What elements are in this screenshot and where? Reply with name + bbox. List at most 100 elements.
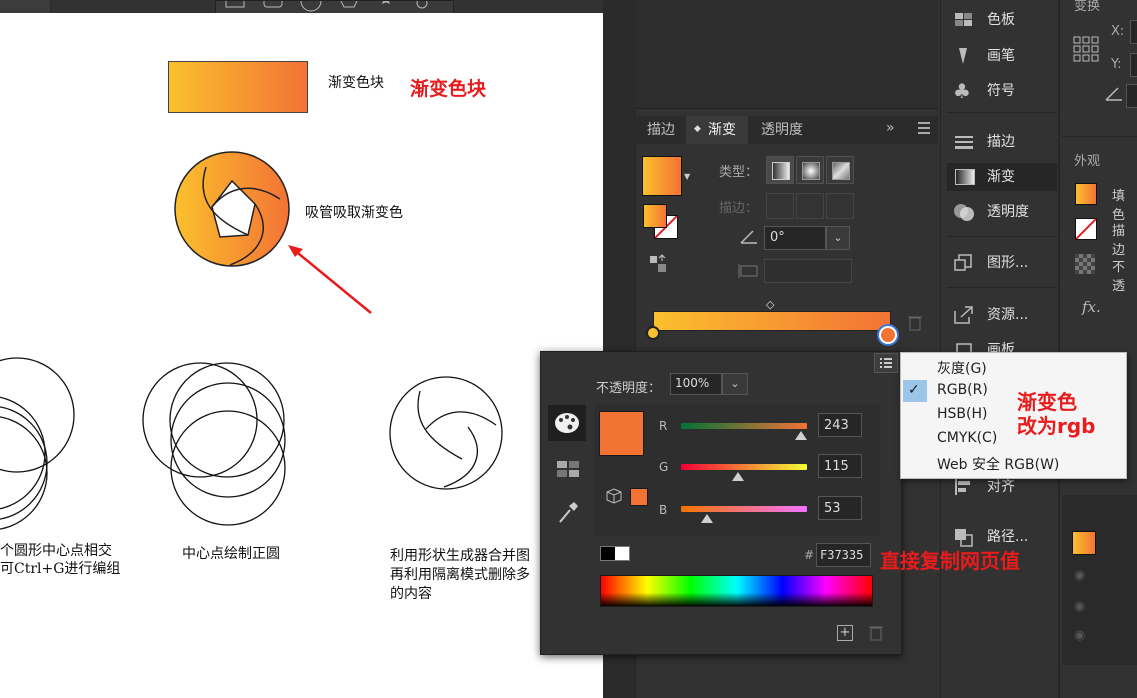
end-color-stop[interactable] (879, 326, 897, 344)
appearance-stroke-swatch[interactable] (1075, 218, 1097, 240)
gradient-swatch-rect[interactable] (168, 61, 308, 113)
swatches-tab-icon[interactable] (556, 459, 580, 479)
fx-icon[interactable]: fx. (1082, 298, 1101, 316)
panel-item-transparency[interactable]: 透明度 (947, 198, 1057, 226)
panel-upper-area (635, 0, 938, 109)
panel-item-label: 画笔 (987, 48, 1015, 64)
panel-item-label: 描边 (987, 134, 1015, 150)
color-palette-tab-icon[interactable] (548, 405, 586, 441)
menu-item-rgb[interactable]: RGB(R) (937, 382, 988, 398)
small-color-chip[interactable] (630, 488, 648, 506)
aspect-ratio-icon (738, 262, 760, 280)
y-label: Y: (1111, 57, 1122, 72)
g-value-input[interactable]: 115 (818, 454, 862, 478)
three-circles-center[interactable] (140, 358, 300, 528)
artboard-canvas[interactable]: 渐变色块 渐变色块 吸管吸取渐变色 个圆形中心点相交 可Ctrl+G进行编组 中… (0, 13, 603, 698)
panel-item-swatches[interactable]: 色板 (947, 6, 1057, 34)
gradient-fill-swatch[interactable] (642, 156, 682, 196)
reverse-gradient-icon[interactable] (648, 254, 668, 274)
panel-menu-icon[interactable] (918, 122, 930, 134)
caption-1-line-1: 个圆形中心点相交 (0, 543, 112, 559)
popup-opacity-input[interactable]: 100% (670, 373, 722, 395)
checkmark-icon: ✓ (908, 382, 920, 398)
start-color-stop[interactable] (646, 326, 660, 340)
r-value-input[interactable]: 243 (818, 413, 862, 437)
g-slider-track[interactable] (681, 464, 807, 470)
panel-item-brushes[interactable]: 画笔 (947, 42, 1057, 70)
gradient-icon (953, 167, 975, 187)
appearance-fill-swatch[interactable] (1075, 183, 1097, 205)
cube-3d-icon (606, 488, 622, 504)
panel-collapse-icon[interactable]: » (886, 120, 895, 136)
gradient-slider-bar[interactable] (653, 311, 891, 331)
panel-item-symbols[interactable]: ♣ 符号 (947, 77, 1057, 105)
menu-item-web-safe-rgb[interactable]: Web 安全 RGB(W) (937, 454, 1059, 474)
merged-shape[interactable] (388, 375, 508, 495)
panel-item-stroke[interactable]: 描边 (947, 128, 1057, 156)
radial-gradient-button[interactable] (796, 156, 824, 184)
angle-dropdown-icon[interactable]: ⌄ (826, 226, 850, 250)
menu-item-grayscale[interactable]: 灰度(G) (937, 358, 987, 378)
black-white-chip[interactable] (600, 546, 630, 561)
x-input[interactable] (1130, 20, 1137, 44)
gradient-logo[interactable] (172, 149, 292, 269)
stroke-lines-icon (953, 132, 975, 152)
menu-item-hsb[interactable]: HSB(H) (937, 406, 987, 422)
three-circles-left[interactable] (0, 353, 80, 543)
freeform-gradient-button[interactable] (826, 156, 854, 184)
g-label: G (659, 460, 669, 474)
swatch-dropdown-icon[interactable]: ▼ (684, 172, 690, 181)
angle-input[interactable]: 0° (764, 226, 826, 250)
panel-item-label: 图形... (987, 255, 1029, 271)
panel-item-label: 色板 (987, 12, 1015, 28)
g-slider-thumb[interactable] (731, 472, 744, 481)
rotate-input[interactable] (1126, 84, 1137, 108)
menu-item-cmyk[interactable]: CMYK(C) (937, 430, 997, 446)
divider (947, 112, 1057, 113)
type-label: 类型： (719, 165, 759, 180)
fill-swatch-front[interactable] (643, 204, 667, 228)
popup-opacity-dropdown[interactable]: ⌄ (722, 373, 748, 395)
color-spectrum-bar[interactable] (600, 575, 873, 607)
b-slider-track[interactable] (681, 506, 807, 512)
y-input[interactable] (1130, 53, 1137, 77)
b-value-input[interactable]: 53 (818, 496, 862, 520)
club-icon: ♣ (953, 79, 971, 103)
midpoint-diamond-icon[interactable]: ◇ (766, 298, 774, 311)
mode-menu-button[interactable] (874, 353, 898, 373)
graphic-styles-icon (953, 253, 975, 273)
swatch-annotation: 渐变色块 (410, 78, 487, 100)
panel-item-gradient[interactable]: 渐变 (947, 163, 1057, 191)
tab-transparency[interactable]: 透明度 (761, 118, 803, 142)
swatch-label: 渐变色块 (328, 75, 384, 91)
layer-thumbnail[interactable] (1072, 531, 1096, 555)
eye-icon[interactable]: ◉ (1074, 599, 1085, 614)
hex-input[interactable]: F37335 (816, 543, 871, 567)
linear-gradient-button[interactable] (766, 156, 794, 184)
b-slider-thumb[interactable] (701, 514, 714, 523)
pathfinder-icon (953, 527, 975, 547)
popup-opacity-value: 100% (675, 376, 710, 390)
reference-point-icon[interactable] (1073, 36, 1099, 62)
align-icon (953, 477, 975, 497)
stroke-option-3 (826, 193, 854, 219)
eye-icon[interactable]: ◉ (1074, 628, 1085, 643)
eye-icon[interactable]: ◉ (1074, 568, 1085, 583)
appearance-title: 外观 (1074, 154, 1101, 169)
delete-swatch-icon (868, 624, 884, 642)
r-slider-track[interactable] (681, 423, 807, 429)
angle-icon (739, 229, 759, 245)
panel-item-label: 符号 (987, 83, 1015, 99)
copy-hex-annotation: 直接复制网页值 (880, 549, 1020, 573)
stroke-option-2 (796, 193, 824, 219)
add-swatch-icon[interactable]: + (837, 625, 853, 641)
panel-item-graphic-styles[interactable]: 图形... (947, 249, 1057, 277)
caption-2: 中心点绘制正圆 (182, 546, 280, 562)
divider (947, 236, 1057, 237)
panel-item-asset-export[interactable]: 资源... (947, 301, 1057, 329)
caption-1-line-2: 可Ctrl+G进行编组 (0, 561, 121, 577)
eyedropper-tab-icon[interactable] (556, 500, 580, 524)
r-slider-thumb[interactable] (795, 431, 808, 440)
tab-gradient[interactable]: 渐变 (708, 118, 736, 142)
tab-stroke[interactable]: 描边 (647, 118, 675, 142)
